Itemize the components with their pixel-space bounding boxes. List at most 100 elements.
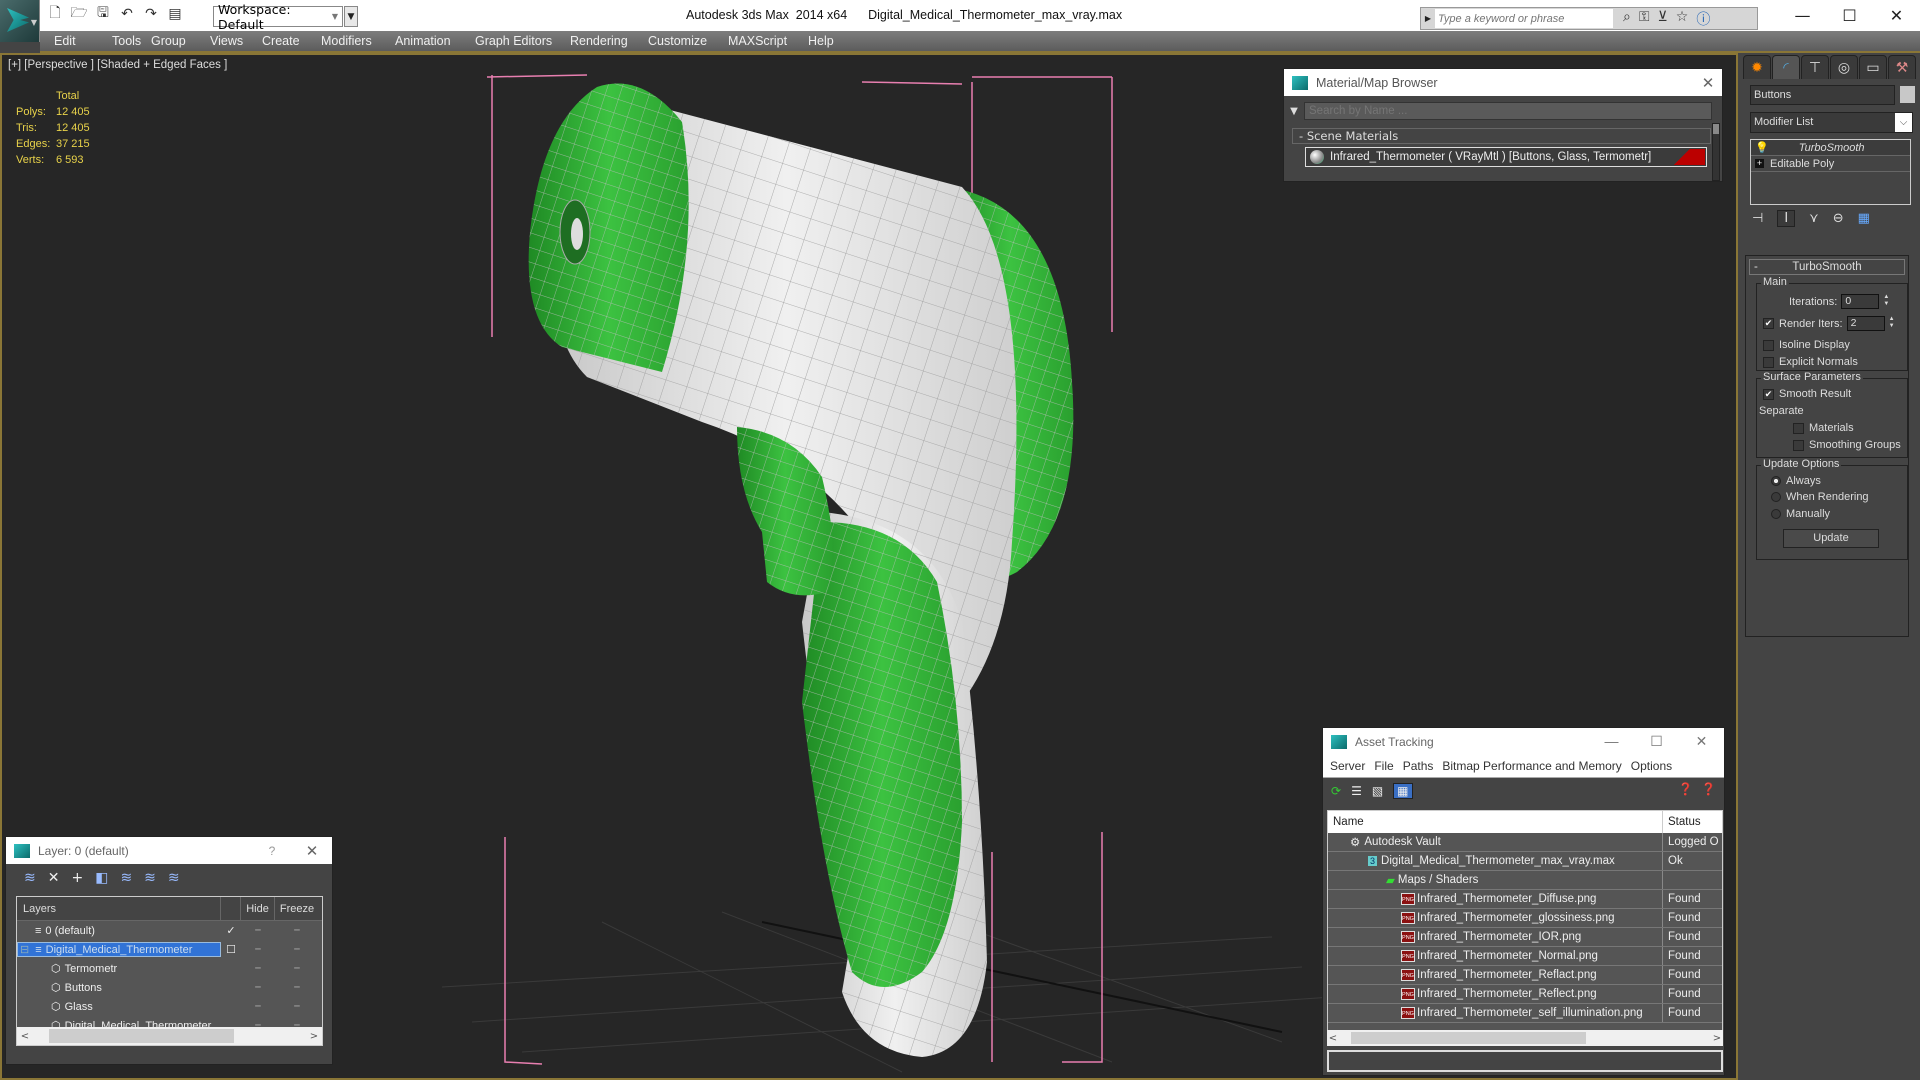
spinner-arrows[interactable]: ▲ ▼ [1881,294,1891,309]
menu-tools[interactable]: Tools [112,31,141,51]
close-icon[interactable]: ✕ [1694,74,1722,92]
collapse-toggle[interactable]: - [1299,129,1303,143]
help-icon[interactable]: ⓘ [1696,9,1710,29]
object-row[interactable]: ⬡ Termometr ━ ━ [17,959,322,978]
smooth-result-checkbox[interactable]: ✔ [1763,388,1774,400]
utilities-tab-icon[interactable]: ⚒ [1888,55,1916,79]
list-view-icon[interactable]: ☰ [1351,784,1362,798]
update-button[interactable]: Update [1783,529,1879,548]
modifier-list-dropdown[interactable]: Modifier List ⌵ [1750,112,1913,133]
menu-paths[interactable]: Paths [1403,759,1434,773]
explicit-normals-checkbox[interactable] [1763,356,1774,368]
column-hide[interactable]: Hide [241,897,275,920]
materials-checkbox[interactable] [1793,422,1804,434]
asset-row[interactable]: PNG Infrared_Thermometer_IOR.png Found [1328,928,1722,947]
application-menu-button[interactable]: ▼ [0,0,40,42]
spinner-arrows[interactable]: ▲ ▼ [1887,316,1897,331]
minimize-button[interactable]: — [1779,0,1826,30]
object-name-field[interactable]: Buttons [1750,85,1895,105]
menu-rendering[interactable]: Rendering [570,31,628,51]
modify-tab-icon[interactable]: ◜ [1772,55,1800,79]
star-icon[interactable]: ☆ [1676,9,1689,29]
freeze-toggle[interactable]: ━ [275,963,319,974]
column-name[interactable]: Name [1328,811,1663,833]
menu-create[interactable]: Create [262,31,300,51]
undo-icon[interactable]: ↶ [118,5,136,23]
keyword-search-input[interactable] [1435,9,1613,28]
thumbnail-view-icon[interactable]: ▧ [1372,784,1383,798]
material-item[interactable]: Infrared_Thermometer ( VRayMtl ) [Button… [1305,147,1707,167]
new-file-icon[interactable]: 🗋 [46,5,64,23]
refresh-icon[interactable]: ⟳ [1331,784,1341,798]
smoothing-groups-checkbox[interactable] [1793,439,1804,451]
scrollbar-thumb[interactable] [1351,1032,1586,1044]
column-layers[interactable]: Layers [17,897,221,920]
object-row[interactable]: ⬡ Glass ━ ━ [17,997,322,1016]
hide-toggle[interactable]: ━ [241,925,275,936]
add-to-layer-icon[interactable]: + [71,870,83,886]
workspace-dropdown[interactable]: Workspace: Default ▼ [213,2,343,32]
manually-radio[interactable] [1771,509,1781,519]
scroll-right-icon[interactable]: > [1711,1033,1723,1044]
close-icon[interactable]: ✕ [292,842,332,860]
hide-toggle[interactable]: ━ [241,1001,275,1012]
remove-modifier-icon[interactable]: ⊖ [1833,211,1844,226]
asset-row[interactable]: ⚙ Autodesk Vault Logged O [1328,833,1722,852]
scroll-left-icon[interactable]: < [17,1031,33,1042]
display-tab-icon[interactable]: ▭ [1859,55,1887,79]
asset-row[interactable]: ▰ Maps / Shaders [1328,871,1722,890]
close-button[interactable]: ✕ [1679,733,1724,750]
create-layer-icon[interactable]: ≋ [24,870,36,886]
object-color-swatch[interactable] [1900,86,1915,103]
minimize-button[interactable]: — [1589,733,1634,750]
layer-row[interactable]: ⊟ ≡ Digital_Medical_Thermometer ☐ ━ ━ [17,940,322,959]
asset-row[interactable]: PNG Infrared_Thermometer_self_illuminatio… [1328,1004,1722,1023]
menu-server[interactable]: Server [1330,759,1365,773]
menu-bitmap-performance[interactable]: Bitmap Performance and Memory [1442,759,1621,773]
menu-help[interactable]: Help [808,31,834,51]
hide-toggle[interactable]: ━ [241,944,275,955]
asset-row[interactable]: PNG Infrared_Thermometer_Diffuse.png Found [1328,890,1722,909]
hide-unhide-all-icon[interactable]: ≋ [144,870,156,886]
create-tab-icon[interactable]: ✹ [1743,55,1771,79]
freeze-toggle[interactable]: ━ [275,925,319,936]
scroll-right-icon[interactable]: > [306,1031,322,1042]
menu-edit[interactable]: Edit [54,31,76,51]
satellite-icon[interactable]: ⊻ [1658,9,1668,29]
horizontal-scrollbar[interactable]: < > [17,1027,322,1045]
set-current-layer-box[interactable]: ☐ [221,943,241,956]
object-row[interactable]: ⬡ Buttons ━ ━ [17,978,322,997]
highlight-selected-layer-icon[interactable]: ≋ [120,870,132,886]
vertical-scrollbar[interactable] [1712,123,1720,181]
horizontal-scrollbar[interactable]: < > [1327,1030,1723,1046]
asset-row[interactable]: PNG Infrared_Thermometer_Reflact.png Found [1328,966,1722,985]
iterations-spinner[interactable]: 0 [1841,294,1880,309]
when-rendering-radio[interactable] [1771,492,1781,502]
menu-graph-editors[interactable]: Graph Editors [475,31,552,51]
lightbulb-icon[interactable]: 💡 [1755,141,1769,154]
delete-layer-icon[interactable]: ✕ [48,870,60,886]
menu-group[interactable]: Group [151,31,186,51]
vault-help-icon[interactable]: ❓ [1678,782,1693,796]
scrollbar-thumb[interactable] [49,1029,234,1043]
path-status-field[interactable] [1327,1050,1723,1072]
expand-icon[interactable]: + [1755,159,1764,168]
menu-customize[interactable]: Customize [648,31,707,51]
redo-icon[interactable]: ↷ [142,5,160,23]
menu-file[interactable]: File [1374,759,1393,773]
collapse-icon[interactable]: ⊟ [20,943,29,956]
layer-row[interactable]: ≡ 0 (default) ✓ ━ ━ [17,921,322,940]
render-iters-spinner[interactable]: 2 [1846,316,1885,331]
stack-item-turbosmooth[interactable]: 💡 TurboSmooth [1751,140,1910,156]
table-view-icon[interactable]: ▦ [1393,783,1413,799]
show-end-result-icon[interactable]: I [1777,210,1796,227]
hide-toggle[interactable]: ━ [241,963,275,974]
save-icon[interactable]: 🖫 [94,5,112,23]
menu-animation[interactable]: Animation [395,31,451,51]
asset-row[interactable]: PNG Infrared_Thermometer_glossiness.png Fo… [1328,909,1722,928]
scene-materials-section[interactable]: - Scene Materials [1292,128,1711,144]
current-layer-checkmark-icon[interactable]: ✓ [221,924,241,937]
options-menu-icon[interactable]: ▼ [1284,106,1304,117]
menu-options[interactable]: Options [1631,759,1672,773]
maximize-button[interactable]: ☐ [1826,0,1873,30]
